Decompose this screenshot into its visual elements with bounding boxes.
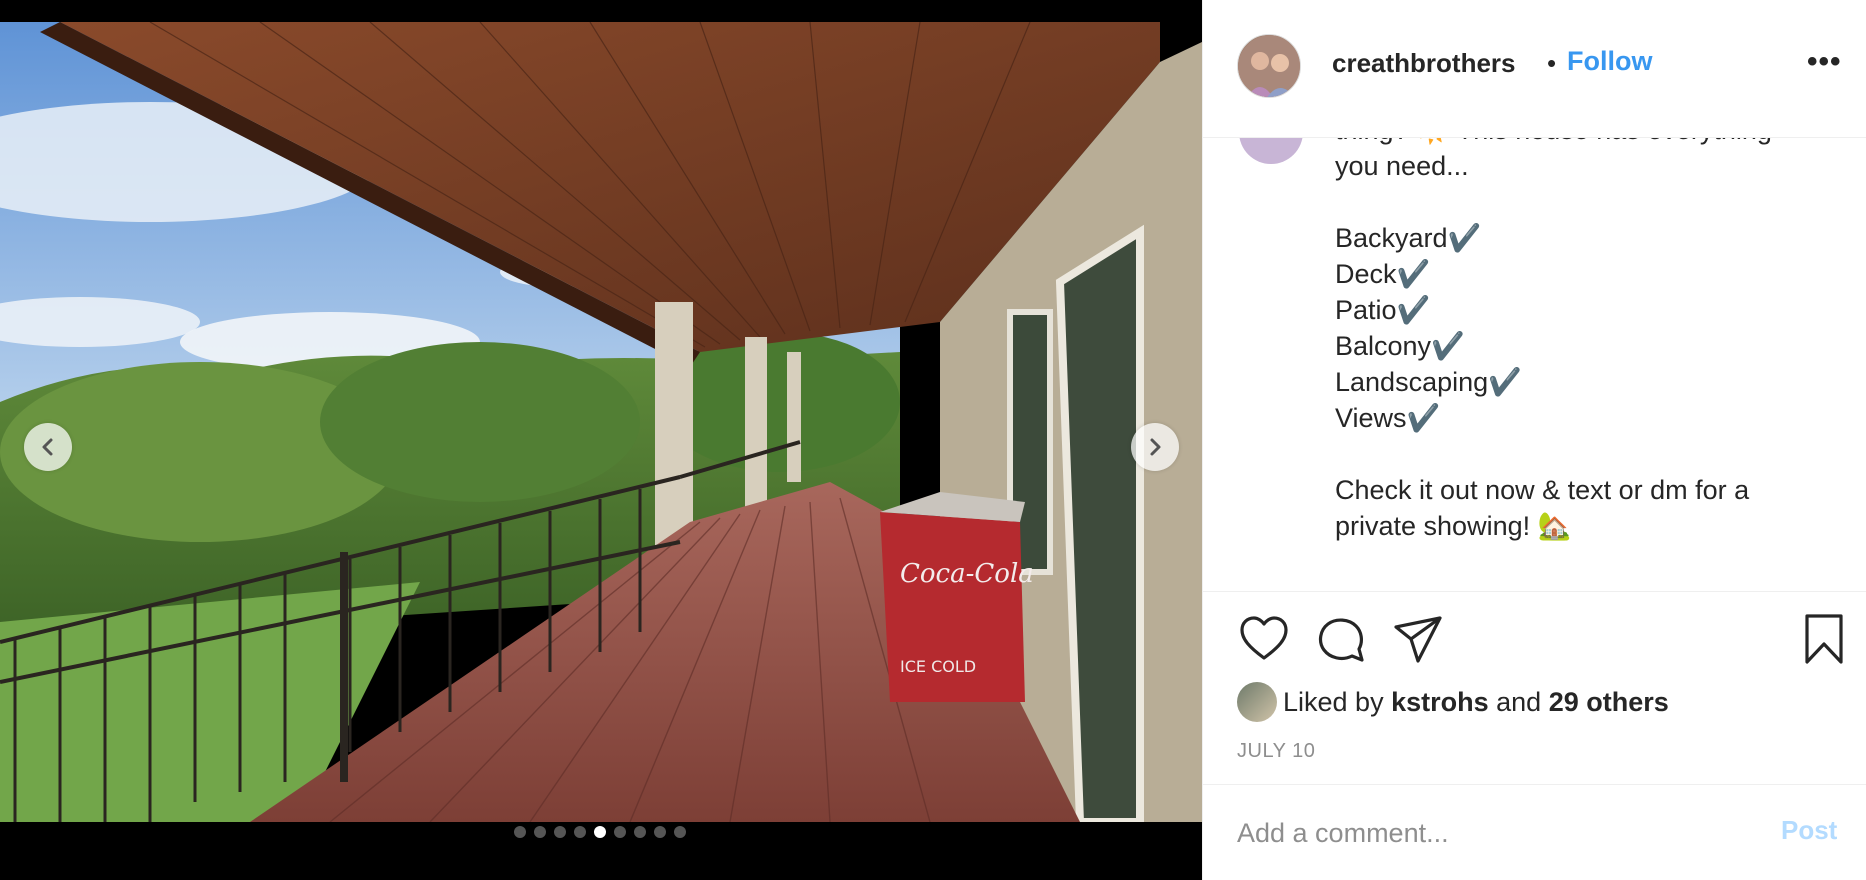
svg-text:ICE COLD: ICE COLD [900,657,976,676]
liker-username[interactable]: kstrohs [1391,687,1489,717]
post-side-panel: creathbrothers • Follow ••• thing? ☀️ Th… [1202,0,1866,880]
carousel-indicator [514,826,686,838]
author-username[interactable]: creathbrothers [1332,48,1516,79]
author-avatar[interactable] [1237,34,1301,98]
separator-dot: • [1547,48,1557,78]
chevron-left-icon [42,438,53,456]
post-date[interactable]: JULY 10 [1237,740,1315,763]
post-header: creathbrothers • Follow ••• [1203,0,1866,138]
liker-avatar[interactable] [1237,682,1277,722]
post-comment-button[interactable]: Post [1781,815,1837,846]
caption-scroll-area[interactable]: thing? ☀️ This house has everything you … [1203,138,1866,592]
caption-author-avatar[interactable] [1239,138,1303,164]
carousel-dot [674,826,686,838]
carousel-dot [514,826,526,838]
likes-prefix: Liked by [1283,686,1392,717]
bookmark-icon [1805,614,1843,664]
like-button[interactable] [1237,612,1291,666]
carousel-dot [594,826,606,838]
more-options-button[interactable]: ••• [1807,47,1842,77]
previous-slide-button[interactable] [24,423,72,471]
carousel-dot [574,826,586,838]
comment-button[interactable] [1314,612,1368,666]
action-bar [1203,612,1866,672]
carousel-dot [654,826,666,838]
likes-count-link[interactable]: 29 others [1549,687,1669,717]
likes-middle: and [1488,686,1549,717]
post-photo: Coca-Cola ICE COLD [0,22,1202,822]
svg-text:Coca-Cola: Coca-Cola [900,559,1034,589]
heart-icon [1240,616,1288,660]
follow-button[interactable]: Follow [1567,46,1652,77]
media-pane: Coca-Cola ICE COLD [0,0,1202,880]
comment-bar: Post [1203,784,1866,880]
paper-plane-icon [1394,616,1442,663]
likes-summary: Liked by kstrohs and 29 others [1237,680,1669,724]
post-caption: thing? ☀️ This house has everything you … [1335,138,1772,541]
next-slide-button[interactable] [1131,423,1179,471]
chevron-right-icon [1150,438,1161,456]
carousel-dot [554,826,566,838]
save-button[interactable] [1797,612,1851,666]
comment-icon [1318,618,1364,662]
carousel-dot [634,826,646,838]
carousel-dot [534,826,546,838]
instagram-post-view: Coca-Cola ICE COLD creathbrothers • Foll… [0,0,1866,880]
likes-text: Liked by kstrohs and 29 others [1283,687,1669,718]
comment-input[interactable] [1237,813,1757,853]
carousel-dot [614,826,626,838]
share-button[interactable] [1391,612,1445,666]
